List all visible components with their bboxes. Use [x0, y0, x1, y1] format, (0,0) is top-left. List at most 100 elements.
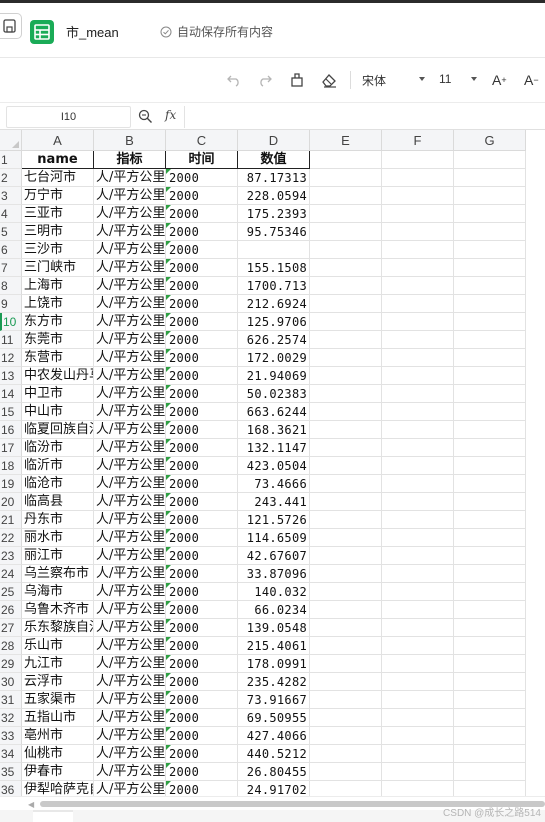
empty-cell[interactable]	[310, 583, 382, 601]
empty-cell[interactable]	[382, 151, 454, 169]
row-header[interactable]: 18	[0, 457, 22, 475]
cell-name[interactable]: 云浮市	[22, 673, 94, 691]
cell-name[interactable]: 亳州市	[22, 727, 94, 745]
empty-cell[interactable]	[382, 619, 454, 637]
empty-cell[interactable]	[454, 601, 526, 619]
row-header[interactable]: 27	[0, 619, 22, 637]
empty-cell[interactable]	[310, 205, 382, 223]
cell-year[interactable]: 2000	[166, 565, 238, 583]
row-header[interactable]: 26	[0, 601, 22, 619]
cell-indicator[interactable]: 人/平方公里	[94, 601, 166, 619]
cell-indicator[interactable]: 人/平方公里	[94, 439, 166, 457]
cell-year[interactable]: 2000	[166, 385, 238, 403]
empty-cell[interactable]	[382, 493, 454, 511]
cell-name[interactable]: 临高县	[22, 493, 94, 511]
home-button[interactable]	[0, 13, 22, 39]
empty-cell[interactable]	[382, 637, 454, 655]
empty-cell[interactable]	[310, 619, 382, 637]
empty-cell[interactable]	[382, 331, 454, 349]
empty-cell[interactable]	[454, 583, 526, 601]
row-header[interactable]: 15	[0, 403, 22, 421]
cell-indicator[interactable]: 人/平方公里	[94, 241, 166, 259]
cell-indicator[interactable]: 人/平方公里	[94, 529, 166, 547]
empty-cell[interactable]	[382, 277, 454, 295]
eraser-icon[interactable]	[320, 70, 338, 90]
cell-value[interactable]: 140.032	[238, 583, 310, 601]
cell-value[interactable]: 228.0594	[238, 187, 310, 205]
empty-cell[interactable]	[454, 763, 526, 781]
empty-cell[interactable]	[310, 565, 382, 583]
cell-name[interactable]: 东莞市	[22, 331, 94, 349]
empty-cell[interactable]	[454, 349, 526, 367]
cell-name[interactable]: 中山市	[22, 403, 94, 421]
cell-value[interactable]: 235.4282	[238, 673, 310, 691]
column-header[interactable]: G	[454, 130, 526, 151]
row-header[interactable]: 3	[0, 187, 22, 205]
empty-cell[interactable]	[454, 547, 526, 565]
fx-icon[interactable]: fx	[165, 108, 176, 122]
cell-name[interactable]: 三门峡市	[22, 259, 94, 277]
cell-value[interactable]: 427.4066	[238, 727, 310, 745]
empty-cell[interactable]	[454, 727, 526, 745]
decrease-font-icon[interactable]: A −	[524, 70, 539, 90]
cell-year[interactable]: 2000	[166, 493, 238, 511]
empty-cell[interactable]	[382, 169, 454, 187]
row-header[interactable]: 31	[0, 691, 22, 709]
empty-cell[interactable]	[454, 439, 526, 457]
cell-indicator[interactable]: 人/平方公里	[94, 511, 166, 529]
empty-cell[interactable]	[454, 457, 526, 475]
empty-cell[interactable]	[310, 277, 382, 295]
cell-name[interactable]: 仙桃市	[22, 745, 94, 763]
cell-year[interactable]: 2000	[166, 655, 238, 673]
row-header[interactable]: 9	[0, 295, 22, 313]
empty-cell[interactable]	[382, 547, 454, 565]
empty-cell[interactable]	[382, 439, 454, 457]
cell-indicator[interactable]: 人/平方公里	[94, 727, 166, 745]
cell-year[interactable]: 2000	[166, 421, 238, 439]
cell-value[interactable]: 423.0504	[238, 457, 310, 475]
cell-name[interactable]: 乌鲁木齐市	[22, 601, 94, 619]
cell-name[interactable]: 五家渠市	[22, 691, 94, 709]
empty-cell[interactable]	[310, 187, 382, 205]
empty-cell[interactable]	[310, 259, 382, 277]
cell-name[interactable]: 临夏回族自治州	[22, 421, 94, 439]
empty-cell[interactable]	[310, 439, 382, 457]
cell-indicator[interactable]: 人/平方公里	[94, 781, 166, 796]
cell-value[interactable]: 125.9706	[238, 313, 310, 331]
cell-year[interactable]: 2000	[166, 277, 238, 295]
cell-year[interactable]: 2000	[166, 763, 238, 781]
cell-year[interactable]: 2000	[166, 403, 238, 421]
cell-value[interactable]	[238, 241, 310, 259]
empty-cell[interactable]	[382, 241, 454, 259]
cell-name[interactable]: 三明市	[22, 223, 94, 241]
cell-indicator[interactable]: 人/平方公里	[94, 367, 166, 385]
cell-indicator[interactable]: 人/平方公里	[94, 673, 166, 691]
empty-cell[interactable]	[454, 367, 526, 385]
row-header[interactable]: 4	[0, 205, 22, 223]
empty-cell[interactable]	[382, 475, 454, 493]
cell-name[interactable]: 临沂市	[22, 457, 94, 475]
cell-year[interactable]: 2000	[166, 511, 238, 529]
empty-cell[interactable]	[382, 187, 454, 205]
empty-cell[interactable]	[310, 457, 382, 475]
cell-indicator[interactable]: 人/平方公里	[94, 313, 166, 331]
cell-name[interactable]: 乐东黎族自治县	[22, 619, 94, 637]
cell-indicator[interactable]: 人/平方公里	[94, 187, 166, 205]
empty-cell[interactable]	[310, 475, 382, 493]
cell-name[interactable]: 伊春市	[22, 763, 94, 781]
cell-indicator[interactable]: 人/平方公里	[94, 619, 166, 637]
spreadsheet-grid[interactable]: A B C D E F G 1 name 指标 时间 数值 2 七台河市 人/平方公里 2000 87.1731…	[0, 130, 545, 796]
cell-year[interactable]: 2000	[166, 529, 238, 547]
empty-cell[interactable]	[382, 313, 454, 331]
empty-cell[interactable]	[310, 601, 382, 619]
cell-value[interactable]: 168.3621	[238, 421, 310, 439]
font-family-select[interactable]: 宋体	[362, 72, 386, 89]
cell-name[interactable]: 上海市	[22, 277, 94, 295]
cell-name[interactable]: 临沧市	[22, 475, 94, 493]
formula-input[interactable]	[184, 106, 545, 128]
cell-year[interactable]: 2000	[166, 583, 238, 601]
cell-indicator[interactable]: 人/平方公里	[94, 763, 166, 781]
empty-cell[interactable]	[454, 709, 526, 727]
cell-year[interactable]: 2000	[166, 349, 238, 367]
row-header[interactable]: 34	[0, 745, 22, 763]
